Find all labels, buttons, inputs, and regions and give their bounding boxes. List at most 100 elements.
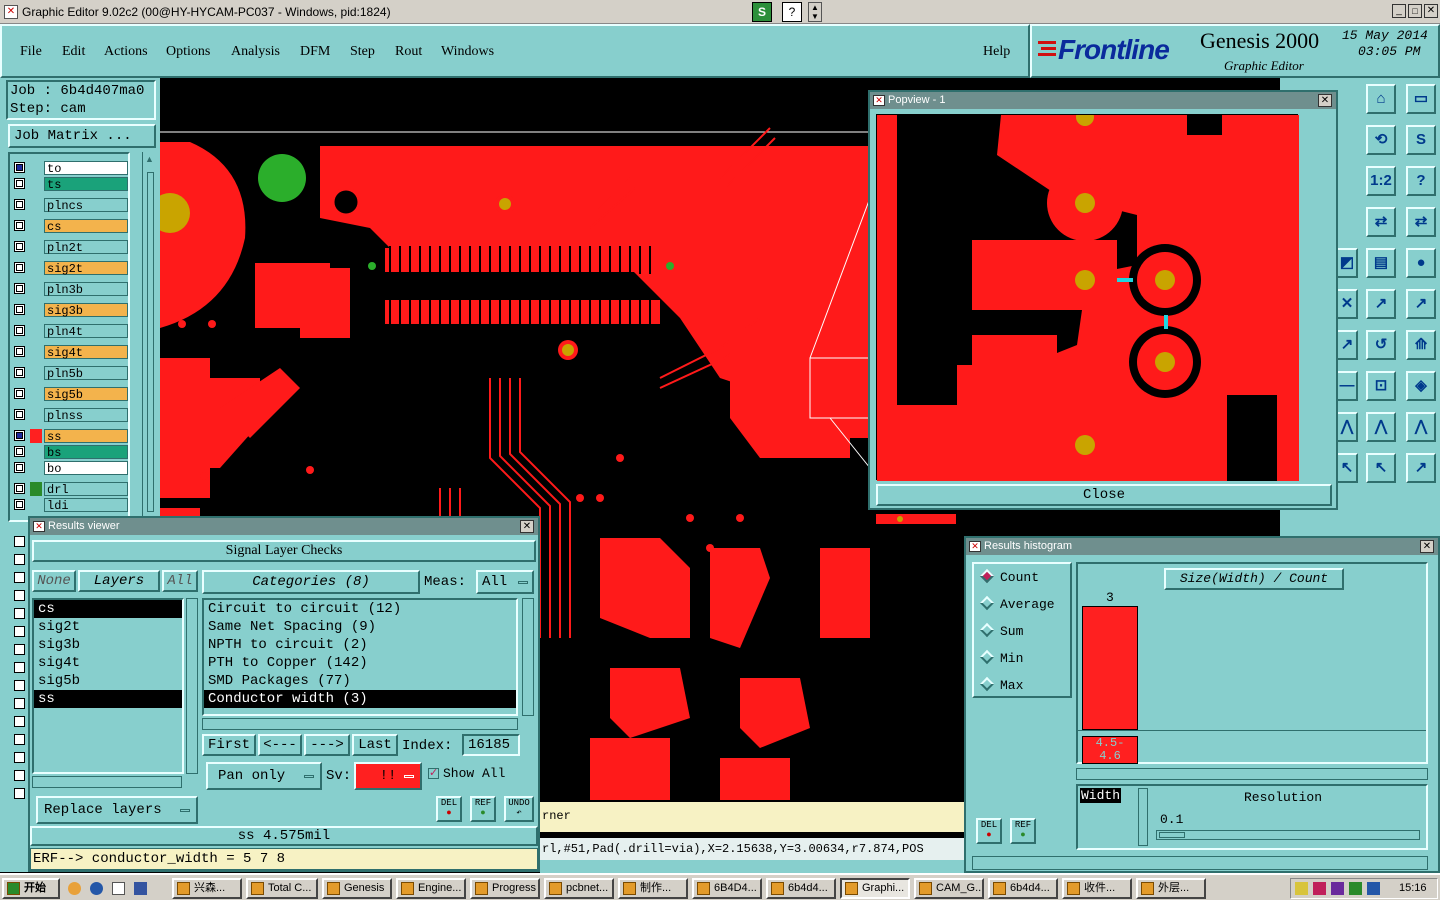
layer-name[interactable]: bs	[44, 445, 128, 460]
layer-name[interactable]: sig3b	[44, 303, 128, 318]
layer-name[interactable]: sig2t	[44, 261, 128, 276]
help-query-icon[interactable]: ?	[782, 2, 802, 22]
layer-checkbox[interactable]	[14, 241, 25, 252]
layer-checkbox[interactable]	[14, 325, 25, 336]
layer-checkbox[interactable]	[14, 608, 25, 619]
histogram-bar-label[interactable]: 4.5- 4.6	[1082, 736, 1138, 764]
tool-button-icon[interactable]: ⌂	[1366, 84, 1396, 114]
layer-name[interactable]: pln5b	[44, 366, 128, 381]
layer-row-sig2t[interactable]: sig2t	[12, 260, 128, 276]
layer-name[interactable]: drl	[44, 482, 128, 497]
tool-button-icon[interactable]: ◈	[1406, 371, 1436, 401]
tray-icon[interactable]	[1331, 882, 1344, 895]
layer-row-bs[interactable]: bs	[12, 444, 128, 460]
layer-color-swatch[interactable]	[30, 303, 42, 317]
tool-button-icon[interactable]: ↗	[1366, 289, 1396, 319]
layer-checkbox[interactable]	[14, 626, 25, 637]
taskbar-item[interactable]: 6b4d4...	[988, 878, 1058, 899]
layer-checkbox[interactable]	[14, 662, 25, 673]
next-button[interactable]: --->	[304, 734, 350, 756]
layer-name[interactable]: pln3b	[44, 282, 128, 297]
layer-checkbox[interactable]	[14, 716, 25, 727]
tool-button-icon[interactable]: ●	[1406, 248, 1436, 278]
layer-checkbox[interactable]	[14, 770, 25, 781]
layer-checkbox[interactable]	[14, 446, 25, 457]
taskbar-item[interactable]: Genesis	[322, 878, 392, 899]
layer-checkbox[interactable]	[14, 734, 25, 745]
menu-file[interactable]: File	[20, 44, 42, 60]
tool-button-icon[interactable]: ⟲	[1366, 125, 1396, 155]
tool-button-icon[interactable]: S	[1406, 125, 1436, 155]
layer-name[interactable]: pln2t	[44, 240, 128, 255]
layer-color-swatch[interactable]	[30, 498, 42, 512]
histogram-option-average[interactable]: Average	[979, 595, 1055, 612]
tool-button-icon[interactable]: ↖	[1366, 453, 1396, 483]
layer-checkbox[interactable]	[14, 367, 25, 378]
taskbar-item[interactable]: Graphi...	[840, 878, 910, 899]
layer-row-pln2t[interactable]: pln2t	[12, 239, 128, 255]
layer-color-swatch[interactable]	[30, 261, 42, 275]
layer-row-ts[interactable]: ts	[12, 176, 128, 192]
layer-checkbox[interactable]	[14, 554, 25, 565]
layer-name[interactable]: ldi	[44, 498, 128, 513]
taskbar-item[interactable]: Progress	[470, 878, 540, 899]
tool-button-icon[interactable]: ?	[1406, 166, 1436, 196]
layer-list-scrollbar[interactable]: ▲	[142, 152, 158, 522]
tool-button-icon[interactable]: ▤	[1366, 248, 1396, 278]
tray-icon[interactable]	[1295, 882, 1308, 895]
tool-button-icon[interactable]: ↗	[1406, 289, 1436, 319]
last-button[interactable]: Last	[352, 734, 398, 756]
histogram-option-count[interactable]: Count	[979, 568, 1039, 585]
layer-checkbox[interactable]	[14, 499, 25, 510]
category-scrollbar[interactable]	[522, 598, 534, 716]
layer-color-swatch[interactable]	[30, 345, 42, 359]
layer-row-pln3b[interactable]: pln3b	[12, 281, 128, 297]
layer-checkbox[interactable]	[14, 462, 25, 473]
histogram-option-max[interactable]: Max	[979, 676, 1023, 693]
menu-help[interactable]: Help	[983, 44, 1010, 60]
category-item[interactable]: Conductor width (3)	[204, 690, 516, 708]
result-layer-item[interactable]: sig4t	[34, 654, 182, 672]
del-button[interactable]: DEL ●	[436, 796, 462, 822]
taskbar-item[interactable]: 兴森...	[172, 878, 242, 899]
tool-button-icon[interactable]: ⊡	[1366, 371, 1396, 401]
menu-windows[interactable]: Windows	[441, 44, 494, 60]
layer-color-swatch[interactable]	[30, 366, 42, 380]
category-item[interactable]: Same Net Spacing (9)	[204, 618, 516, 636]
layer-color-swatch[interactable]	[30, 324, 42, 338]
category-item[interactable]: PTH to Copper (142)	[204, 654, 516, 672]
layer-name[interactable]: cs	[44, 219, 128, 234]
quick-launch-icon[interactable]	[112, 882, 125, 895]
taskbar-item[interactable]: Engine...	[396, 878, 466, 899]
popview-canvas[interactable]	[876, 108, 1299, 481]
results-viewer-close-icon[interactable]: ✕	[520, 520, 534, 533]
layer-color-swatch[interactable]	[30, 429, 42, 443]
show-all-checkbox[interactable]: ✓	[428, 768, 439, 779]
taskbar-item[interactable]: Total C...	[246, 878, 318, 899]
layer-color-swatch[interactable]	[30, 387, 42, 401]
layer-result-scrollbar[interactable]	[186, 598, 198, 774]
layer-row-drl[interactable]: drl	[12, 481, 128, 497]
menu-step[interactable]: Step	[350, 44, 375, 60]
tray-icon[interactable]	[1349, 882, 1362, 895]
tool-button-icon[interactable]: —	[1336, 371, 1358, 401]
layer-color-swatch[interactable]	[30, 161, 42, 175]
job-matrix-button[interactable]: Job Matrix ...	[8, 124, 156, 148]
hist-del-button[interactable]: DEL ●	[976, 818, 1002, 844]
menu-analysis[interactable]: Analysis	[231, 44, 280, 60]
tool-button-icon[interactable]: ⋀	[1336, 412, 1358, 442]
result-layer-item[interactable]: cs	[34, 600, 182, 618]
layer-checkbox[interactable]	[14, 388, 25, 399]
quick-launch-icon[interactable]	[134, 882, 147, 895]
prev-button[interactable]: <---	[258, 734, 302, 756]
menu-dfm[interactable]: DFM	[300, 44, 330, 60]
s-tool-icon[interactable]: S	[752, 2, 772, 22]
meas-select[interactable]: All	[476, 570, 534, 594]
layers-none-button[interactable]: None	[32, 570, 76, 592]
layer-row-sig4t[interactable]: sig4t	[12, 344, 128, 360]
tool-button-icon[interactable]: ↺	[1366, 330, 1396, 360]
taskbar-item[interactable]: 外层...	[1136, 878, 1206, 899]
taskbar-item[interactable]: 制作...	[618, 878, 688, 899]
layer-name[interactable]: ss	[44, 429, 128, 444]
layer-checkbox[interactable]	[14, 283, 25, 294]
